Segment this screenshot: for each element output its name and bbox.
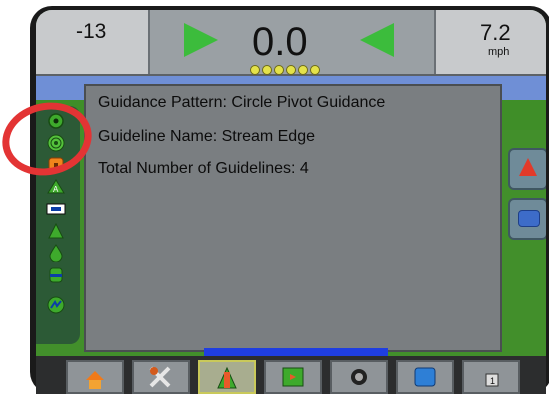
led-icon	[262, 65, 272, 75]
data-tab[interactable]	[396, 360, 454, 394]
compass-button[interactable]	[508, 148, 546, 190]
guidance-screen: -13 0.0 7.2 mph A Guidance Pattern: Circ…	[36, 10, 546, 394]
chat-button[interactable]	[508, 198, 546, 240]
guidance-tab[interactable]	[198, 360, 256, 394]
guidance-info-panel: Guidance Pattern: Circle Pivot Guidance …	[84, 84, 502, 352]
led-icon	[310, 65, 320, 75]
guidance-pattern-text: Guidance Pattern: Circle Pivot Guidance	[98, 94, 386, 111]
tank-icon[interactable]	[45, 266, 67, 284]
map-icon	[282, 367, 304, 387]
led-icon	[298, 65, 308, 75]
tools-tab[interactable]	[132, 360, 190, 394]
steer-right-arrow-icon	[184, 23, 218, 57]
steer-left-arrow-icon	[360, 23, 394, 57]
home-tab[interactable]	[66, 360, 124, 394]
chat-icon	[518, 210, 540, 227]
cross-track-value: -13	[76, 20, 107, 43]
tools-icon	[149, 366, 171, 388]
guidance-icon	[217, 366, 237, 389]
drop-icon[interactable]	[45, 244, 67, 262]
total-guidelines-text: Total Number of Guidelines: 4	[98, 160, 309, 177]
led-row	[250, 65, 320, 75]
data-icon	[414, 367, 436, 387]
speed-box[interactable]: 7.2 mph	[434, 10, 546, 74]
camera-tab[interactable]	[330, 360, 388, 394]
guidance-center-value: 0.0	[252, 20, 308, 64]
home-icon	[86, 371, 104, 389]
swath-icon[interactable]	[45, 296, 67, 314]
svg-text:1: 1	[490, 376, 495, 386]
fan-icon[interactable]	[45, 222, 67, 240]
cross-track-box[interactable]: -13	[36, 10, 150, 74]
lock-status-icon: 1	[485, 373, 499, 387]
led-icon	[250, 65, 260, 75]
light-bar: -13 0.0 7.2 mph	[36, 10, 546, 76]
compass-icon	[519, 158, 537, 176]
mark-a-icon[interactable]: A	[45, 178, 67, 196]
map-tab[interactable]	[264, 360, 322, 394]
speed-value: 7.2	[480, 20, 511, 45]
svg-text:A: A	[53, 185, 59, 194]
led-icon	[274, 65, 284, 75]
camera-icon	[351, 369, 367, 385]
lock-status-tab[interactable]: 1	[462, 360, 520, 394]
led-icon	[286, 65, 296, 75]
guideline-name-text: Guideline Name: Stream Edge	[98, 128, 315, 145]
speed-unit: mph	[488, 46, 510, 58]
implement-icon[interactable]	[45, 200, 67, 218]
